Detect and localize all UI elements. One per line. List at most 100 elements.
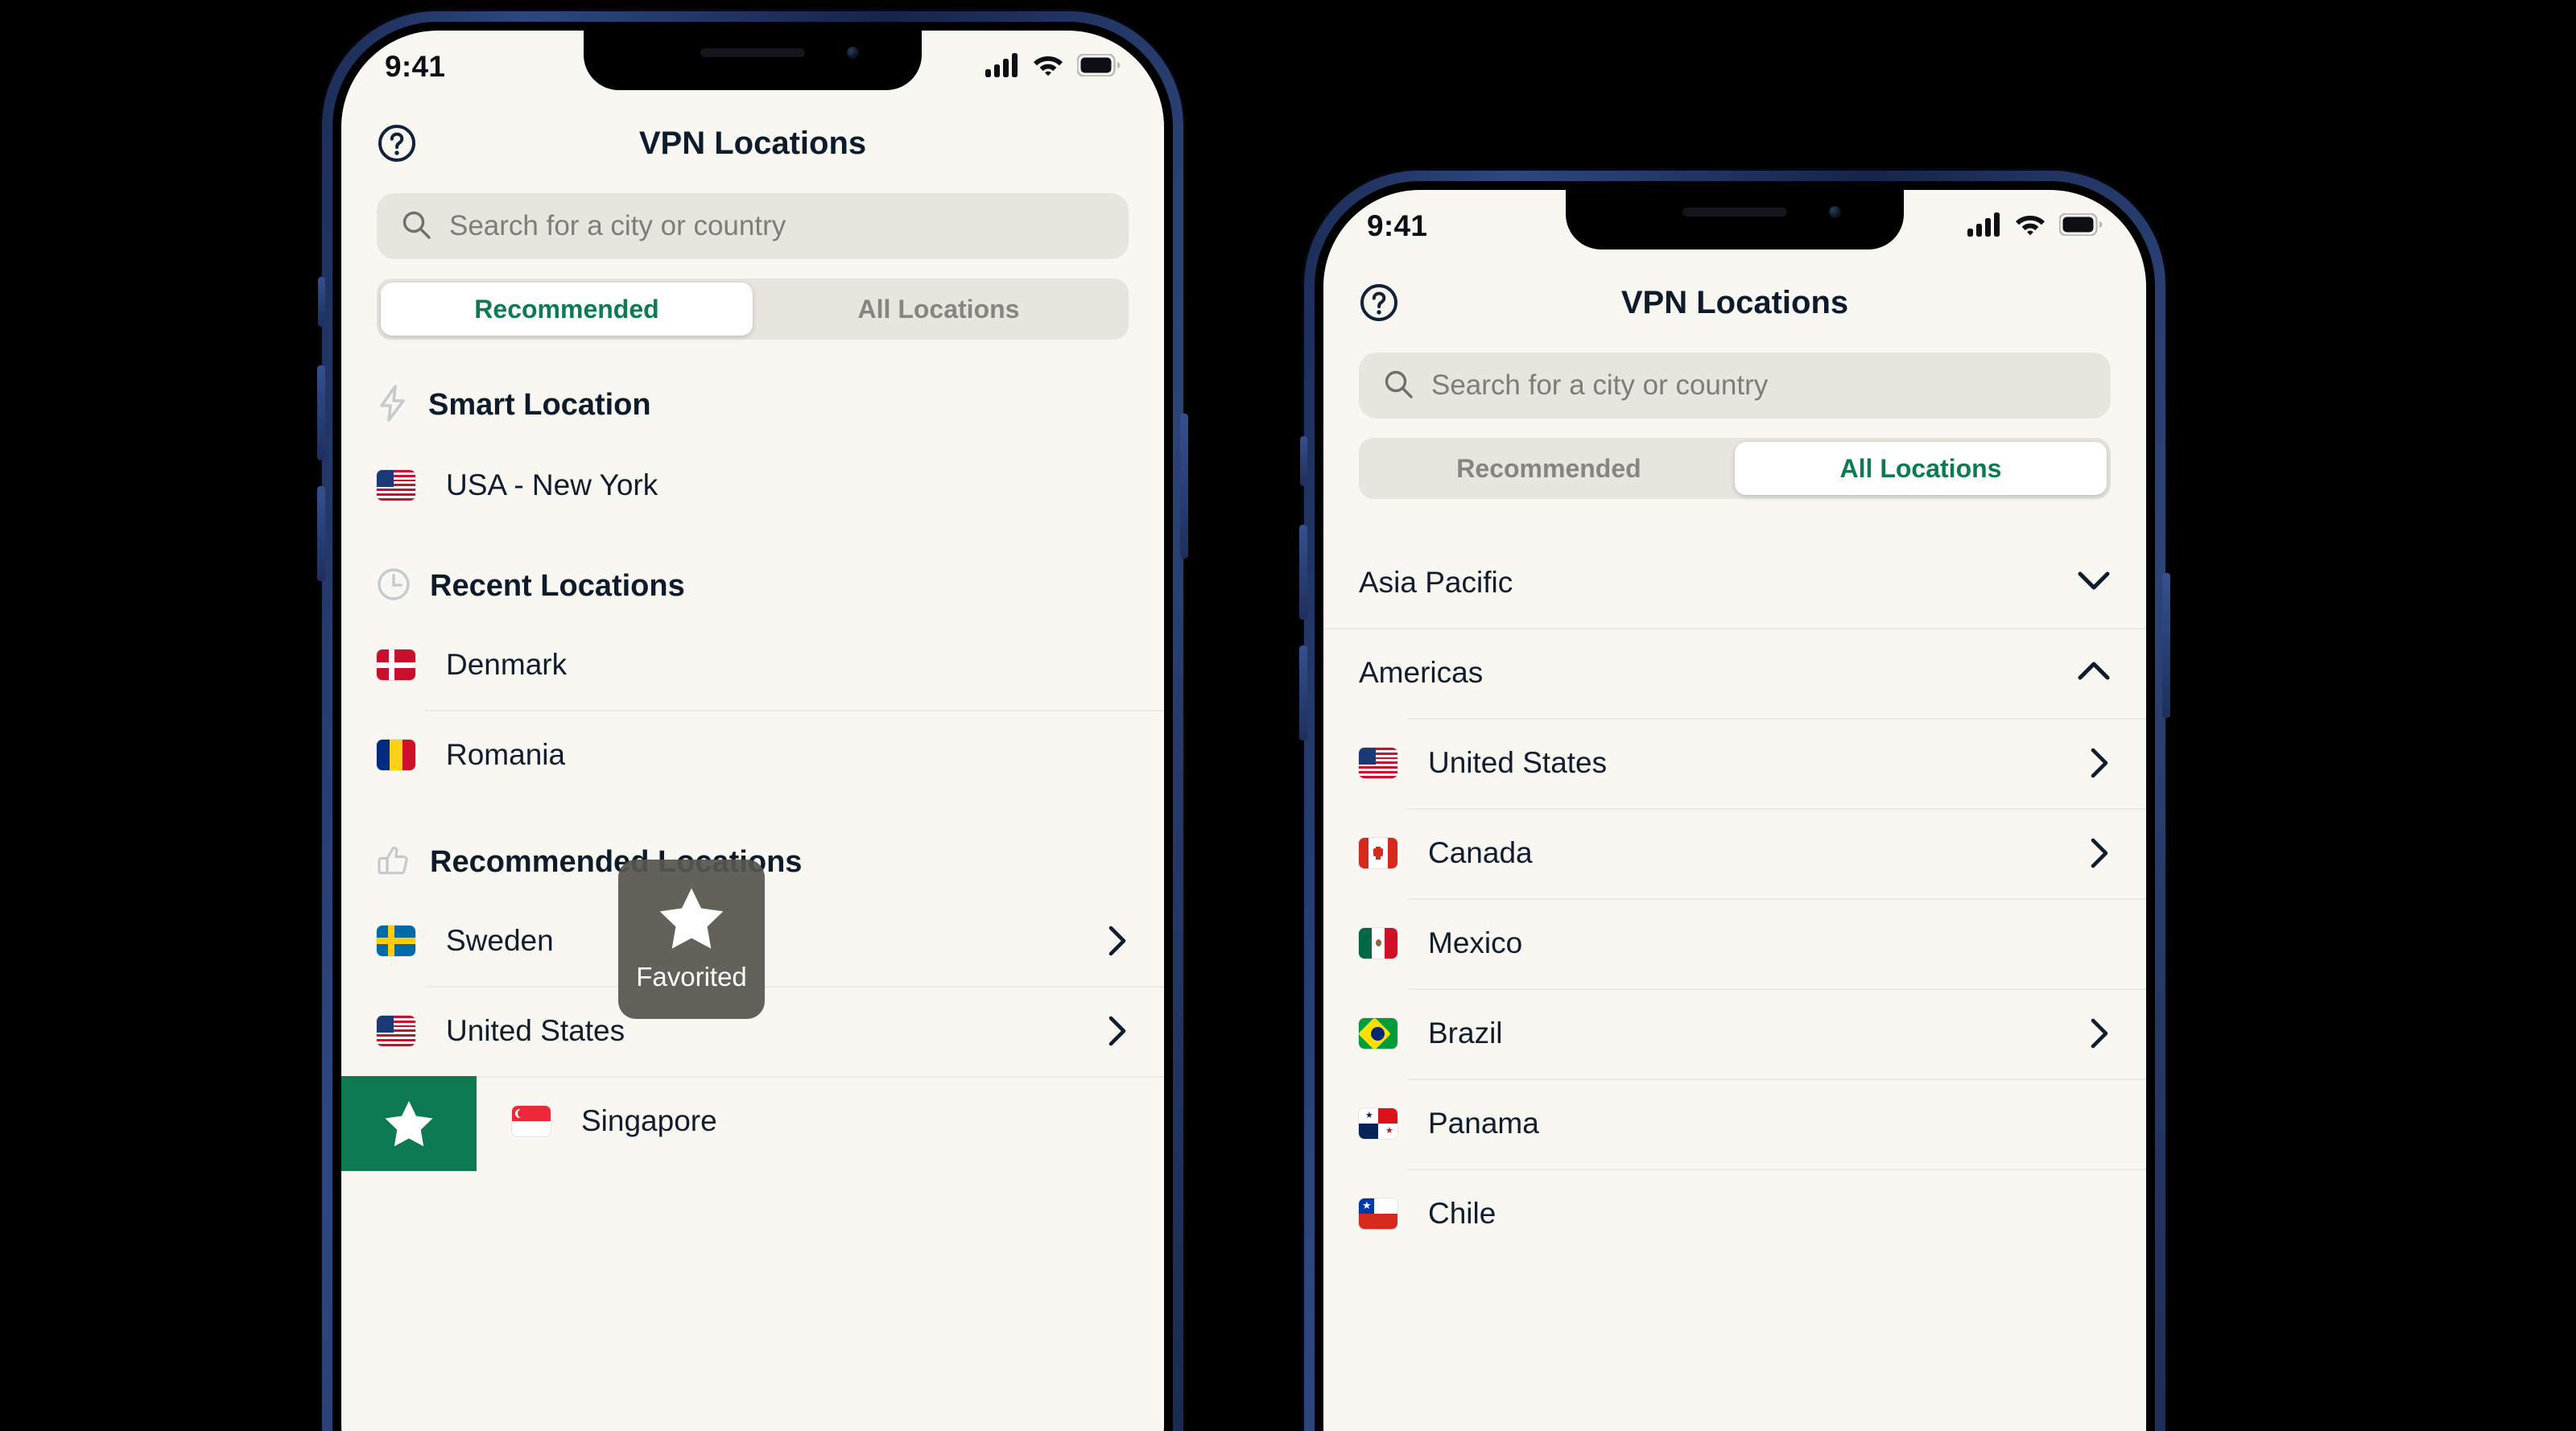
chevron-right-icon[interactable]: [1108, 925, 1129, 957]
chevron-down-icon[interactable]: [2077, 571, 2111, 596]
list-item[interactable]: Denmark: [341, 620, 1164, 710]
favorite-star-icon: [385, 1101, 433, 1147]
flag-ca-icon: [1359, 838, 1397, 868]
region-list: Asia Pacific Americas United States Cana…: [1323, 538, 2146, 1259]
flag-mx-icon: [1359, 928, 1397, 959]
front-camera: [1829, 206, 1841, 218]
phone-device-left: 9:41 VPN Locations Search for a city or …: [301, 0, 1204, 1431]
list-item-label: Canada: [1428, 836, 1533, 869]
section-header-smart-location: Smart Location: [341, 367, 1164, 440]
flag-cl-icon: ★: [1359, 1198, 1397, 1229]
search-icon: [1383, 369, 1414, 403]
list-item[interactable]: Canada: [1323, 808, 2146, 898]
list-item-label: United States: [1428, 746, 1608, 779]
question-circle-icon[interactable]: [1359, 282, 1399, 323]
list-item[interactable]: Brazil: [1323, 988, 2146, 1078]
tab-recommended[interactable]: Recommended: [381, 282, 753, 336]
signal-bars-icon: [1967, 212, 2001, 241]
flag-sg-icon: [512, 1106, 551, 1136]
row-divider: [1407, 1078, 2146, 1080]
segmented-control: Recommended All Locations: [377, 278, 1129, 340]
mute-switch[interactable]: [318, 277, 325, 327]
volume-down-button[interactable]: [1299, 645, 1307, 740]
volume-down-button[interactable]: [317, 486, 325, 581]
list-item-label: USA - New York: [446, 468, 658, 501]
tab-recommended[interactable]: Recommended: [1363, 442, 1735, 495]
flag-br-icon: [1359, 1018, 1397, 1049]
chevron-right-icon[interactable]: [2090, 747, 2111, 779]
list-item[interactable]: Singapore: [341, 1076, 1164, 1171]
list-item-label: Sweden: [446, 924, 554, 957]
list-item-label: Denmark: [446, 648, 568, 681]
lightning-bolt-icon: [377, 385, 409, 426]
list-item[interactable]: Mexico: [1323, 898, 2146, 988]
chevron-right-icon[interactable]: [2090, 1017, 2111, 1050]
status-indicators: [1967, 212, 2103, 241]
chevron-right-icon[interactable]: [2090, 837, 2111, 869]
status-time: 9:41: [1367, 209, 1428, 242]
tabs-container: Recommended All Locations: [341, 259, 1164, 340]
list-item[interactable]: ★ Chile: [1323, 1169, 2146, 1259]
nav-bar: VPN Locations: [1323, 262, 2146, 343]
tab-all-locations[interactable]: All Locations: [753, 282, 1125, 336]
battery-full-icon: [2058, 212, 2103, 240]
row-divider: [1407, 988, 2146, 990]
list-item-label: Brazil: [1428, 1017, 1503, 1050]
flag-pa-icon: ★ ★: [1359, 1108, 1397, 1139]
notch: [584, 31, 922, 90]
question-circle-icon[interactable]: [377, 123, 417, 163]
region-header-asia-pacific[interactable]: Asia Pacific: [1323, 538, 2146, 628]
power-button[interactable]: [2162, 573, 2170, 718]
flag-us-icon: [1359, 748, 1397, 778]
flag-ro-icon: [377, 740, 415, 770]
search-container: Search for a city or country: [341, 184, 1164, 259]
list-item[interactable]: ★ ★ Panama: [1323, 1078, 2146, 1169]
page-title: VPN Locations: [1620, 284, 1849, 320]
row-divider: [1407, 1169, 2146, 1170]
search-placeholder: Search for a city or country: [1431, 369, 1769, 401]
flag-dk-icon: [377, 650, 415, 680]
earpiece-speaker: [1682, 208, 1787, 217]
nav-bar: VPN Locations: [341, 103, 1164, 184]
clock-icon: [377, 567, 411, 605]
row-divider: [1407, 898, 2146, 900]
power-button[interactable]: [1180, 414, 1188, 559]
list-item[interactable]: Romania: [341, 710, 1164, 800]
phone-device-right: 9:41 VPN Locations Search for a city or …: [1283, 150, 2186, 1431]
search-container: Search for a city or country: [1323, 343, 2146, 419]
list-item[interactable]: United States: [1323, 718, 2146, 808]
region-label: Americas: [1359, 656, 1484, 689]
list-item[interactable]: USA - New York: [341, 440, 1164, 530]
chevron-right-icon[interactable]: [1108, 1015, 1129, 1047]
volume-up-button[interactable]: [317, 365, 325, 460]
tab-all-locations[interactable]: All Locations: [1735, 442, 2107, 495]
list-item-label: Chile: [1428, 1197, 1496, 1230]
front-camera: [847, 47, 859, 59]
battery-full-icon: [1076, 52, 1121, 80]
wifi-icon: [2014, 212, 2046, 241]
region-label: Asia Pacific: [1359, 566, 1513, 599]
row-divider: [1407, 808, 2146, 810]
swipe-favorite-action[interactable]: [341, 1076, 477, 1171]
search-input[interactable]: Search for a city or country: [377, 193, 1129, 259]
row-divider: [1407, 718, 2146, 720]
star-filled-icon: [659, 888, 724, 949]
status-indicators: [985, 52, 1121, 81]
row-divider: [1323, 628, 2146, 629]
volume-up-button[interactable]: [1299, 525, 1307, 620]
signal-bars-icon: [985, 52, 1019, 81]
search-input[interactable]: Search for a city or country: [1359, 353, 2111, 419]
tabs-container: Recommended All Locations: [1323, 419, 2146, 499]
region-header-americas[interactable]: Americas: [1323, 628, 2146, 718]
mute-switch[interactable]: [1300, 436, 1307, 486]
phone-screen-right: 9:41 VPN Locations Search for a city or …: [1323, 190, 2146, 1431]
row-divider: [425, 986, 1164, 988]
section-header-recent-locations: Recent Locations: [341, 530, 1164, 620]
location-list: Smart Location USA - New York Recent Loc…: [341, 367, 1164, 1171]
section-title: Smart Location: [428, 388, 651, 422]
list-item-label: United States: [446, 1014, 625, 1047]
list-item-label: Romania: [446, 738, 566, 771]
list-item-label: Mexico: [1428, 926, 1523, 959]
thumbs-up-icon: [377, 843, 411, 881]
chevron-up-icon[interactable]: [2077, 661, 2111, 686]
